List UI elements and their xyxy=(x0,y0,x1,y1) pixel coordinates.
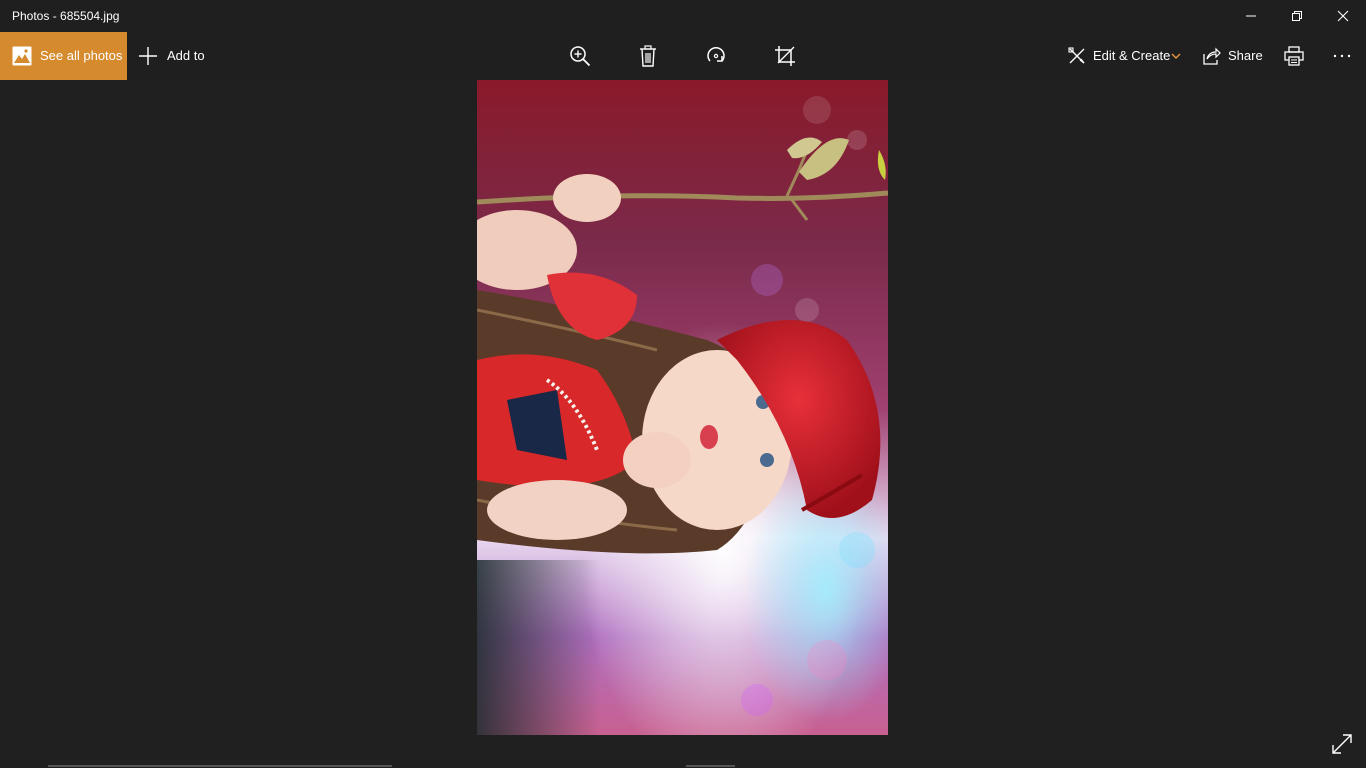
photo-viewer-image[interactable] xyxy=(477,80,888,735)
restore-icon xyxy=(1292,11,1302,21)
zoom-button[interactable] xyxy=(560,32,600,80)
add-to-label: Add to xyxy=(167,48,205,63)
title-bar: Photos - 685504.jpg xyxy=(0,0,1366,32)
filmstrip-scroll-indicator xyxy=(48,765,392,767)
restore-button[interactable] xyxy=(1274,0,1320,32)
photos-app-window: Photos - 685504.jpg See all photos Add t… xyxy=(0,0,1366,768)
add-to-button[interactable]: Add to xyxy=(136,32,214,80)
expand-icon xyxy=(1332,734,1352,754)
more-options-button[interactable] xyxy=(1322,32,1362,80)
window-title: Photos - 685504.jpg xyxy=(12,9,120,23)
fullscreen-button[interactable] xyxy=(1328,730,1356,758)
minimize-icon xyxy=(1246,15,1256,17)
trash-icon xyxy=(640,45,656,67)
close-icon xyxy=(1337,10,1349,22)
print-icon xyxy=(1284,46,1304,66)
photo-content xyxy=(477,80,888,735)
zoom-in-icon xyxy=(570,46,591,67)
see-all-photos-button[interactable]: See all photos xyxy=(0,32,127,80)
crop-button[interactable] xyxy=(765,32,805,80)
minimize-button[interactable] xyxy=(1228,0,1274,32)
edit-create-button[interactable]: Edit & Create xyxy=(1064,32,1188,80)
edit-create-label: Edit & Create xyxy=(1093,48,1171,63)
filmstrip-position-indicator xyxy=(686,765,735,767)
rotate-button[interactable] xyxy=(696,32,736,80)
print-button[interactable] xyxy=(1274,32,1314,80)
chevron-down-icon xyxy=(1171,53,1181,60)
share-label: Share xyxy=(1228,48,1263,63)
crop-icon xyxy=(775,46,795,66)
share-icon xyxy=(1203,47,1221,65)
more-icon xyxy=(1333,54,1351,58)
see-all-photos-label: See all photos xyxy=(40,48,123,63)
toolbar: See all photos Add to Edit & Create Shar… xyxy=(0,32,1366,80)
rotate-icon xyxy=(707,46,725,62)
share-button[interactable]: Share xyxy=(1198,32,1264,80)
close-button[interactable] xyxy=(1320,0,1366,32)
photos-gallery-icon xyxy=(12,46,32,66)
delete-button[interactable] xyxy=(628,32,668,80)
plus-icon xyxy=(139,47,157,65)
edit-create-icon xyxy=(1068,47,1085,64)
